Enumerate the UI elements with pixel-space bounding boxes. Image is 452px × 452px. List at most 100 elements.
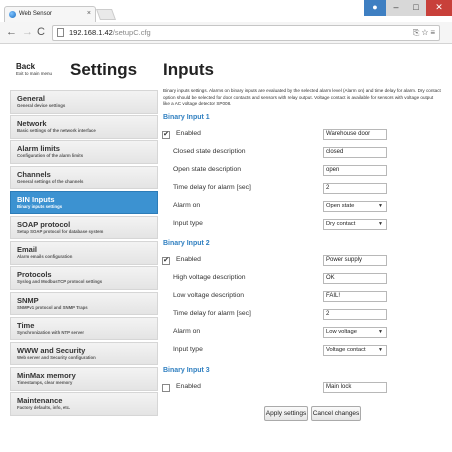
input1-name-field[interactable]: Warehouse door: [323, 129, 387, 140]
minimize-icon[interactable]: –: [386, 0, 406, 16]
nav-sub: Setup SOAP protocol for database system: [17, 228, 104, 234]
new-tab-button[interactable]: [95, 9, 117, 20]
input1-closed-field[interactable]: closed: [323, 147, 387, 158]
back-arrow-icon[interactable]: ←: [6, 26, 17, 39]
sidebar-item-snmp[interactable]: SNMP SNMPv1 protocol and SNMP Traps: [10, 291, 158, 315]
settings-title: Settings: [70, 60, 138, 79]
sidebar-item-www-security[interactable]: WWW and Security Web server and Security …: [10, 341, 158, 366]
input1-delay-field[interactable]: 2: [323, 183, 387, 194]
input2-delay-row: Time delay for alarm [sec] 2: [162, 308, 442, 322]
input2-name-field[interactable]: Power supply: [323, 255, 387, 266]
nav-title: Time: [17, 320, 35, 330]
toolbar-icons[interactable]: ⎘ ☆ ≡: [413, 26, 435, 40]
maximize-icon[interactable]: □: [406, 0, 426, 16]
nav-title: Network: [17, 119, 47, 129]
select-value: Low voltage: [326, 329, 357, 335]
nav-title: SNMP: [17, 295, 39, 305]
close-icon[interactable]: ✕: [426, 0, 452, 16]
input2-high-field[interactable]: OK: [323, 273, 387, 284]
input1-enabled-row: ✔ Enabled Warehouse door: [162, 128, 442, 142]
sidebar-item-soap[interactable]: SOAP protocol Setup SOAP protocol for dat…: [10, 215, 158, 240]
nav-sub: Syslog and ModbusTCP protocol settings: [17, 279, 103, 285]
user-icon[interactable]: ●: [364, 0, 386, 16]
nav-sub: Factory defaults, info, etc.: [17, 405, 71, 411]
input2-type-row: Input type Voltage contact ▼: [162, 344, 442, 358]
input2-low-field[interactable]: FAIL!: [323, 291, 387, 302]
sidebar-item-general[interactable]: General General device settings: [10, 90, 158, 114]
back-sub: Exit to main menu: [16, 71, 53, 76]
sidebar-item-email[interactable]: Email Alarm emails configuration: [10, 241, 158, 265]
enabled-label: Enabled: [176, 383, 201, 390]
sidebar-item-maintenance[interactable]: Maintenance Factory defaults, info, etc.: [10, 392, 158, 416]
back-label: Back: [16, 62, 36, 71]
cancel-changes-button[interactable]: Cancel changes: [311, 406, 361, 421]
input2-enabled-row: ✔ Enabled Power supply: [162, 254, 442, 268]
high-voltage-label: High voltage description: [173, 274, 246, 281]
closed-label: Closed state description: [173, 148, 246, 155]
tab-close-icon[interactable]: ×: [87, 10, 91, 17]
input1-type-select[interactable]: Dry contact ▼: [323, 219, 387, 230]
input3-enabled-checkbox[interactable]: [162, 384, 170, 392]
intro-text: Binary inputs settings. Alarms on binary…: [163, 88, 441, 106]
sidebar-header: Back Exit to main menu Settings: [10, 50, 158, 90]
delay-label: Time delay for alarm [sec]: [173, 184, 251, 191]
input2-alarm-select[interactable]: Low voltage ▼: [323, 327, 387, 338]
open-label: Open state description: [173, 166, 242, 173]
url-host: 192.168.1.42: [69, 28, 113, 37]
sidebar-item-minmax[interactable]: MinMax memory Timestamps, clear memory: [10, 367, 158, 391]
input2-low-row: Low voltage description FAIL!: [162, 290, 442, 304]
address-bar[interactable]: 192.168.1.42/setupC.cfg ⎘ ☆ ≡: [52, 25, 440, 41]
input1-closed-row: Closed state description closed: [162, 146, 442, 160]
sidebar-item-network[interactable]: Network Basic settings of the network int…: [10, 115, 158, 139]
chevron-down-icon: ▼: [378, 221, 383, 227]
input3-name-field[interactable]: Main lock: [323, 382, 387, 393]
sidebar-item-channels[interactable]: Channels General settings of the channels: [10, 165, 158, 190]
browser-toolbar: ← → C 192.168.1.42/setupC.cfg ⎘ ☆ ≡: [0, 22, 452, 44]
url-path: /setupC.cfg: [112, 28, 151, 37]
back-link[interactable]: Back Exit to main menu: [16, 62, 52, 76]
nav-title: BIN Inputs: [17, 194, 55, 204]
input2-enabled-checkbox[interactable]: ✔: [162, 257, 170, 265]
enabled-label: Enabled: [176, 130, 201, 137]
input1-open-field[interactable]: open: [323, 165, 387, 176]
section-heading-input-3: Binary Input 3: [163, 367, 210, 374]
nav-sub: General settings of the channels: [17, 178, 84, 184]
input1-delay-row: Time delay for alarm [sec] 2: [162, 182, 442, 196]
section-heading-input-2: Binary Input 2: [163, 240, 210, 247]
forward-arrow-icon[interactable]: →: [22, 26, 33, 39]
nav-title: Alarm limits: [17, 144, 60, 154]
input1-alarm-select[interactable]: Open state ▼: [323, 201, 387, 212]
nav-title: WWW and Security: [17, 345, 86, 355]
nav-title: Email: [17, 245, 38, 255]
alarm-label: Alarm on: [173, 202, 201, 209]
nav-title: Maintenance: [17, 396, 63, 406]
select-value: Open state: [326, 203, 355, 209]
globe-icon: [9, 11, 16, 18]
nav-title: Channels: [17, 169, 51, 179]
nav-sub: SNMPv1 protocol and SNMP Traps: [17, 304, 88, 310]
sidebar: Back Exit to main menu Settings General G…: [10, 50, 158, 438]
input1-open-row: Open state description open: [162, 164, 442, 178]
section-heading-input-1: Binary Input 1: [163, 114, 210, 121]
enabled-label: Enabled: [176, 256, 201, 263]
nav-sub: Basic settings of the network interface: [17, 128, 96, 134]
nav-sub: Binary inputs settings: [17, 203, 63, 209]
delay-label: Time delay for alarm [sec]: [173, 310, 251, 317]
browser-tab[interactable]: Web Sensor ×: [4, 6, 96, 22]
apply-settings-button[interactable]: Apply settings: [264, 406, 308, 421]
type-label: Input type: [173, 220, 203, 227]
sidebar-item-time[interactable]: Time Synchronization with NTP server: [10, 316, 158, 341]
input2-delay-field[interactable]: 2: [323, 309, 387, 320]
input2-type-select[interactable]: Voltage contact ▼: [323, 345, 387, 356]
input1-enabled-checkbox[interactable]: ✔: [162, 131, 170, 139]
select-value: Voltage contact: [326, 347, 366, 353]
sidebar-item-protocols[interactable]: Protocols Syslog and ModbusTCP protocol s…: [10, 266, 158, 290]
sidebar-item-alarm-limits[interactable]: Alarm limits Configuration of the alarm l…: [10, 140, 158, 164]
reload-icon[interactable]: C: [37, 26, 45, 39]
nav-title: Protocols: [17, 270, 52, 280]
sidebar-item-bin-inputs[interactable]: BIN Inputs Binary inputs settings: [10, 190, 158, 215]
page-icon: [57, 28, 64, 37]
nav-sub: Synchronization with NTP server: [17, 329, 85, 335]
nav-sub: Configuration of the alarm limits: [17, 153, 84, 159]
nav-title: MinMax memory: [17, 371, 76, 381]
